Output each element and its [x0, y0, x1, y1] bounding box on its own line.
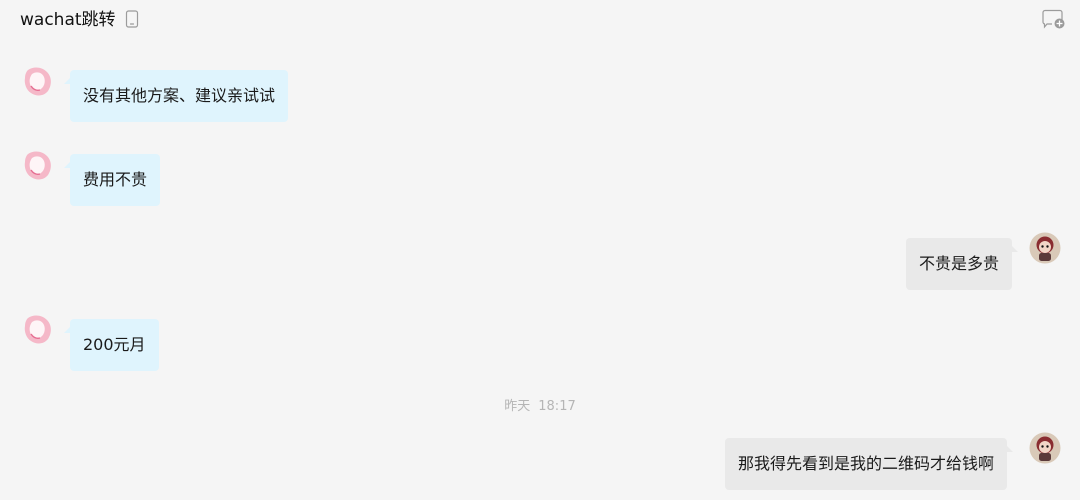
message-bubble[interactable]: 那我得先看到是我的二维码才给钱啊: [725, 438, 1014, 490]
timestamp-time: 18:17: [538, 399, 576, 414]
contact-avatar[interactable]: [22, 314, 54, 346]
message-timestamp: 昨天 18:17: [0, 395, 1080, 414]
user-avatar-icon: [1029, 432, 1061, 464]
message-text: 200元月: [83, 335, 146, 354]
message-bubble[interactable]: 没有其他方案、建议亲试试: [63, 70, 289, 122]
message-text: 没有其他方案、建议亲试试: [83, 86, 276, 105]
phone-icon[interactable]: [125, 10, 139, 28]
contact-avatar-icon: [24, 67, 51, 96]
user-avatar[interactable]: [1029, 432, 1061, 464]
add-chat-icon[interactable]: [1042, 8, 1066, 30]
message-text: 不贵是多贵: [919, 254, 1000, 273]
timestamp-day: 昨天: [504, 399, 531, 414]
chat-title: wachat跳转: [20, 10, 116, 30]
contact-avatar-icon: [24, 315, 51, 344]
message-bubble[interactable]: 费用不贵: [63, 154, 161, 206]
contact-avatar[interactable]: [22, 66, 54, 98]
user-avatar-icon: [1029, 232, 1061, 264]
contact-avatar[interactable]: [22, 150, 54, 182]
message-text: 费用不贵: [83, 170, 148, 189]
chat-header: wachat跳转: [0, 0, 1080, 40]
user-avatar[interactable]: [1029, 232, 1061, 264]
message-bubble[interactable]: 不贵是多贵: [906, 238, 1019, 290]
contact-avatar-icon: [24, 151, 51, 180]
message-bubble[interactable]: 200元月: [64, 319, 159, 371]
message-text: 那我得先看到是我的二维码才给钱啊: [738, 454, 995, 473]
